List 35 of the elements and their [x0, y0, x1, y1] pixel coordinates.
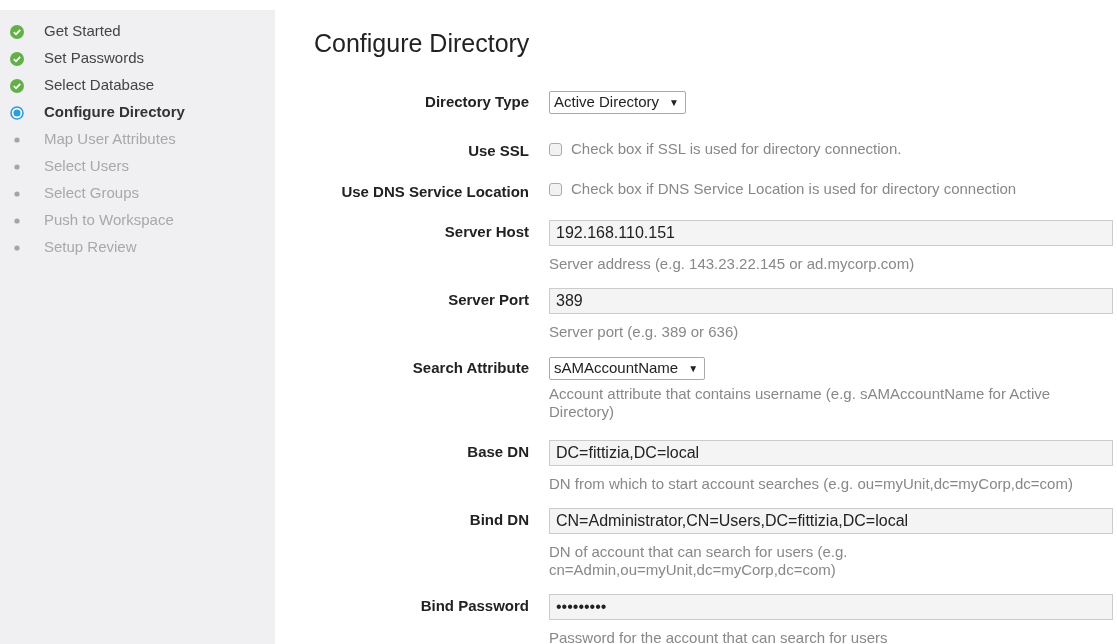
field-label: Directory Type: [425, 92, 529, 112]
field-label: Server Host: [444, 222, 529, 242]
check-circle-icon: [10, 78, 24, 93]
field-label: Use DNS Service Location: [341, 181, 529, 202]
checkbox[interactable]: [549, 142, 562, 156]
step-item[interactable]: Select Database: [44, 74, 155, 97]
field-label: Search Attribute: [412, 358, 529, 378]
field-label: Base DN: [467, 442, 529, 462]
help-text: Password for the account that can search for users: [549, 629, 889, 644]
step-item[interactable]: Set Passwords: [44, 47, 145, 70]
check-circle-icon: [10, 24, 24, 39]
input-field[interactable]: •••••••••: [549, 594, 1113, 620]
step-item[interactable]: Configure Directory: [44, 101, 185, 124]
field-label: Server Port: [448, 290, 529, 310]
input-field[interactable]: 192.168.110.151: [549, 220, 1113, 246]
field-label: Use SSL: [468, 141, 529, 161]
help-text: DN from which to start account searches (e.g. ou=myUnit,dc=myCorp,dc=com): [549, 475, 1074, 493]
dropdown[interactable]: Active Directory ▼: [549, 90, 686, 114]
radio-dot-icon: [10, 105, 24, 120]
input-field[interactable]: DC=fittizia,DC=local: [549, 440, 1113, 466]
page-title: Configure Directory: [313, 28, 531, 58]
input-field[interactable]: 389: [549, 288, 1113, 314]
step-item[interactable]: Get Started: [44, 20, 121, 43]
help-text: Server port (e.g. 389 or 636): [549, 323, 740, 341]
checkbox-label: Check box if DNS Service Location is used for directory connection: [571, 179, 1017, 200]
checkbox[interactable]: [549, 183, 562, 196]
help-text: Server address (e.g. 143.23.22.145 or ad.mycorp.com): [549, 255, 916, 273]
input-field[interactable]: CN=Administrator,CN=Users,DC=fittizia,DC=local: [549, 508, 1113, 534]
help-text: Account attribute that contains username (e.g. sAMAccountName for Active Directory): [549, 385, 1052, 421]
help-text: DN of account that can search for users (e.g. cn=Admin,ou=myUnit,dc=myCorp,dc=com): [549, 543, 849, 579]
field-label: Bind Password: [420, 596, 529, 616]
check-circle-icon: [10, 51, 24, 66]
dropdown[interactable]: sAMAccountName ▼: [549, 356, 706, 380]
checkbox-label: Check box if SSL is used for directory connection.: [571, 138, 902, 159]
field-label: Bind DN: [469, 510, 529, 530]
